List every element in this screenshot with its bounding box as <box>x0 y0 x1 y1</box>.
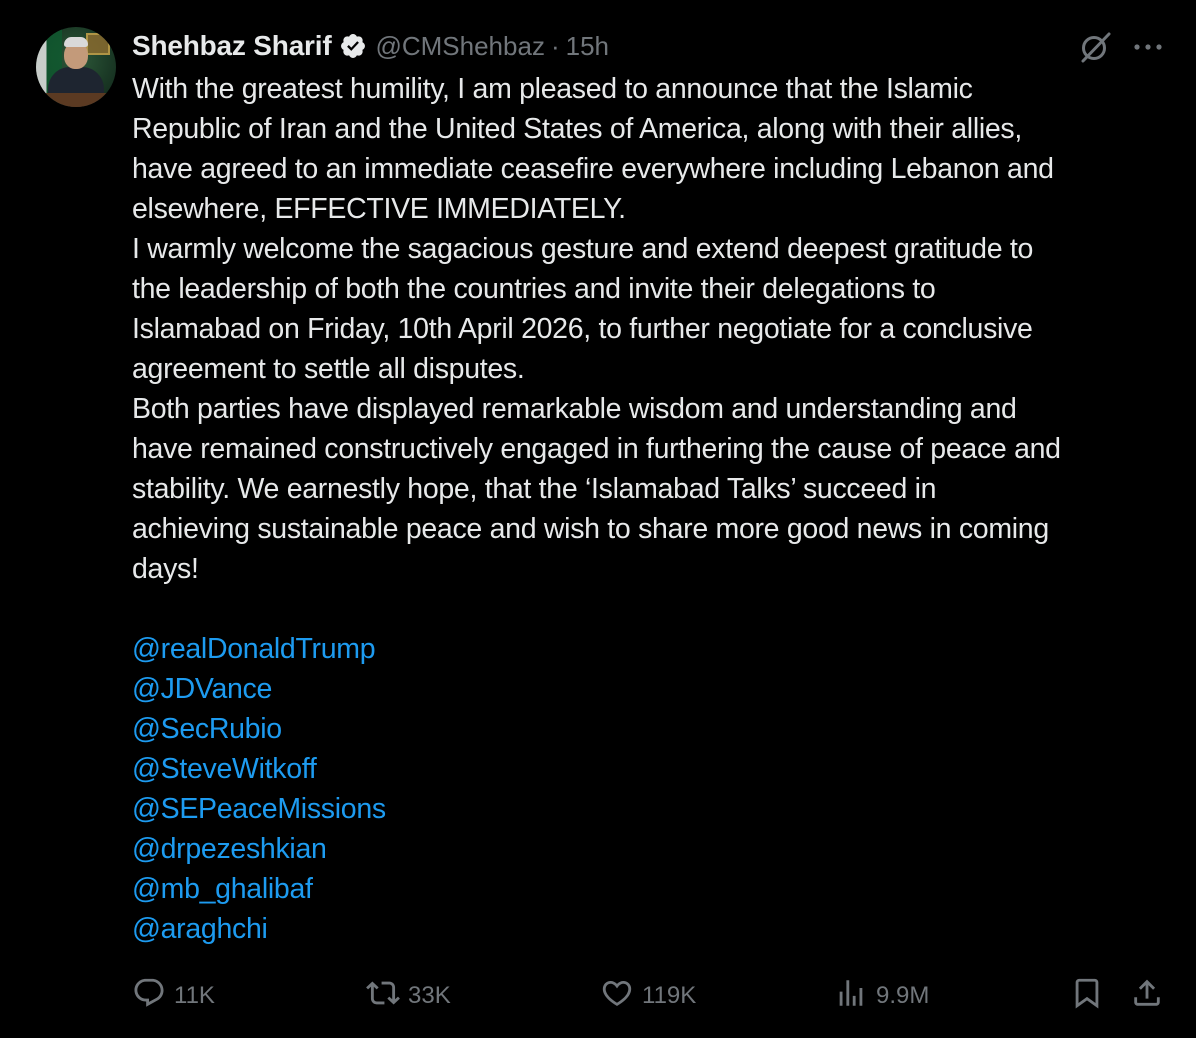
verified-badge-icon[interactable] <box>339 32 367 60</box>
view-count: 9.9M <box>876 982 930 1009</box>
mention-link[interactable]: @mb_ghalibaf <box>132 869 386 909</box>
mention-link[interactable]: @SteveWitkoff <box>132 749 386 789</box>
portrait-frame-decoration <box>86 33 110 55</box>
heart-icon <box>600 976 634 1017</box>
like-button[interactable]: 119K <box>600 974 696 1018</box>
like-count: 119K <box>642 982 697 1009</box>
views-chart-icon <box>834 976 868 1017</box>
avatar-desk <box>36 93 116 107</box>
retweet-count: 33K <box>408 982 451 1009</box>
tweet: Shehbaz Sharif @CMShehbaz · 15h With the… <box>0 0 1196 1038</box>
avatar-hair <box>64 37 88 47</box>
post-time[interactable]: 15h <box>566 31 609 62</box>
mention-link[interactable]: @SecRubio <box>132 709 386 749</box>
tweet-body: With the greatest humility, I am pleased… <box>132 73 1061 585</box>
bookmark-icon <box>1070 976 1104 1017</box>
author-name[interactable]: Shehbaz Sharif <box>132 30 332 62</box>
author-handle[interactable]: @CMShehbaz <box>375 31 544 62</box>
avatar[interactable] <box>36 27 116 107</box>
reply-icon <box>132 976 166 1017</box>
separator-dot: · <box>550 30 560 61</box>
reply-button[interactable]: 11K <box>132 974 215 1018</box>
action-bar: 11K 33K 119K 9.9M <box>0 974 1196 1018</box>
mention-link[interactable]: @araghchi <box>132 909 386 949</box>
share-button[interactable] <box>1130 974 1164 1018</box>
more-options-icon[interactable] <box>1132 34 1164 60</box>
bookmark-button[interactable] <box>1070 974 1104 1018</box>
reply-count: 11K <box>174 982 215 1009</box>
mention-link[interactable]: @drpezeshkian <box>132 829 386 869</box>
share-icon <box>1130 976 1164 1017</box>
mention-link[interactable]: @realDonaldTrump <box>132 629 386 669</box>
views-button[interactable]: 9.9M <box>834 974 929 1018</box>
mention-list: @realDonaldTrump @JDVance @SecRubio @Ste… <box>132 629 386 949</box>
mention-link[interactable]: @JDVance <box>132 669 386 709</box>
mention-link[interactable]: @SEPeaceMissions <box>132 789 386 829</box>
retweet-icon <box>366 976 400 1017</box>
tweet-header: Shehbaz Sharif @CMShehbaz · 15h <box>132 28 609 64</box>
grok-icon[interactable] <box>1077 29 1113 65</box>
retweet-button[interactable]: 33K <box>366 974 451 1018</box>
